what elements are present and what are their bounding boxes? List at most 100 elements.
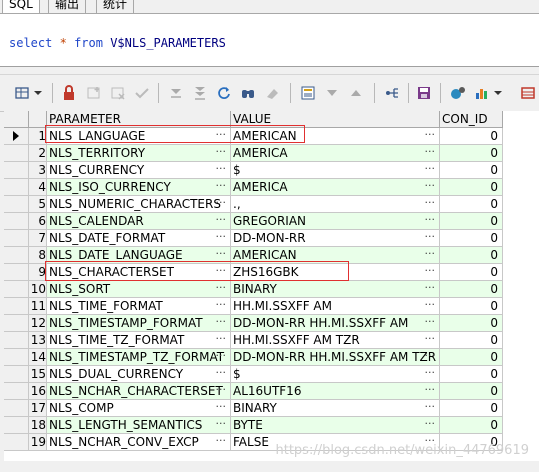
cell-ellipsis-button[interactable]: ··· bbox=[216, 247, 227, 262]
cell-con-id[interactable]: 0 bbox=[440, 264, 503, 281]
cell-parameter[interactable]: NLS_TIMESTAMP_FORMAT ··· bbox=[47, 315, 231, 332]
cell-value[interactable]: HH.MI.SSXFF AM ··· bbox=[231, 298, 440, 315]
cell-ellipsis-button[interactable]: ··· bbox=[216, 298, 227, 313]
cell-ellipsis-button[interactable]: ··· bbox=[425, 264, 436, 279]
clear-icon[interactable] bbox=[262, 83, 282, 103]
row-indicator-cell[interactable] bbox=[4, 400, 29, 417]
cell-parameter[interactable]: NLS_TIME_TZ_FORMAT ··· bbox=[47, 332, 231, 349]
row-indicator-cell[interactable] bbox=[4, 349, 29, 366]
cell-ellipsis-button[interactable]: ··· bbox=[425, 366, 436, 381]
cell-ellipsis-button[interactable]: ··· bbox=[216, 128, 227, 143]
cell-ellipsis-button[interactable]: ··· bbox=[425, 315, 436, 330]
cell-ellipsis-button[interactable]: ··· bbox=[425, 298, 436, 313]
connection-icon[interactable] bbox=[448, 83, 468, 103]
cell-parameter[interactable]: NLS_TIME_FORMAT ··· bbox=[47, 298, 231, 315]
cell-parameter[interactable]: NLS_COMP ··· bbox=[47, 400, 231, 417]
cell-parameter[interactable]: NLS_CHARACTERSET ··· bbox=[47, 264, 231, 281]
export-icon[interactable] bbox=[382, 83, 402, 103]
cell-parameter[interactable]: NLS_DATE_FORMAT ··· bbox=[47, 230, 231, 247]
cell-parameter[interactable]: NLS_LANGUAGE ··· bbox=[47, 128, 231, 145]
cell-value[interactable]: DD-MON-RR HH.MI.SSXFF AM ··· bbox=[231, 315, 440, 332]
cell-con-id[interactable]: 0 bbox=[440, 332, 503, 349]
cell-value[interactable]: AMERICA ··· bbox=[231, 179, 440, 196]
cell-ellipsis-button[interactable]: ··· bbox=[216, 332, 227, 347]
cell-ellipsis-button[interactable]: ··· bbox=[425, 383, 436, 398]
sql-text[interactable]: select * from V$NLS_PARAMETERS bbox=[9, 36, 226, 50]
last-page-icon[interactable] bbox=[190, 83, 210, 103]
cell-ellipsis-button[interactable]: ··· bbox=[425, 162, 436, 177]
cell-parameter[interactable]: NLS_TERRITORY ··· bbox=[47, 145, 231, 162]
cell-con-id[interactable]: 0 bbox=[440, 145, 503, 162]
cell-ellipsis-button[interactable]: ··· bbox=[216, 264, 227, 279]
refresh-icon[interactable] bbox=[214, 83, 234, 103]
cell-ellipsis-button[interactable]: ··· bbox=[216, 315, 227, 330]
cell-ellipsis-button[interactable]: ··· bbox=[425, 179, 436, 194]
cell-parameter[interactable]: NLS_NUMERIC_CHARACTERS ··· bbox=[47, 196, 231, 213]
row-indicator-cell[interactable] bbox=[4, 247, 29, 264]
save-icon[interactable] bbox=[414, 83, 434, 103]
row-indicator-cell[interactable] bbox=[4, 213, 29, 230]
cell-con-id[interactable]: 0 bbox=[440, 400, 503, 417]
cell-ellipsis-button[interactable]: ··· bbox=[216, 349, 227, 364]
cell-value[interactable]: DD-MON-RR ··· bbox=[231, 230, 440, 247]
tab-statistics[interactable]: 统计 bbox=[96, 0, 135, 14]
cell-parameter[interactable]: NLS_TIMESTAMP_TZ_FORMAT ··· bbox=[47, 349, 231, 366]
chart-icon[interactable] bbox=[472, 83, 492, 103]
cell-value[interactable]: BINARY ··· bbox=[231, 400, 440, 417]
cell-parameter[interactable]: NLS_DUAL_CURRENCY ··· bbox=[47, 366, 231, 383]
cell-parameter[interactable]: NLS_CALENDAR ··· bbox=[47, 213, 231, 230]
row-indicator-cell[interactable] bbox=[4, 434, 29, 451]
cell-con-id[interactable]: 0 bbox=[440, 281, 503, 298]
row-indicator-cell[interactable] bbox=[4, 128, 29, 145]
cell-value[interactable]: $ ··· bbox=[231, 366, 440, 383]
sort-desc-icon[interactable] bbox=[322, 83, 342, 103]
cell-con-id[interactable]: 0 bbox=[440, 247, 503, 264]
cell-ellipsis-button[interactable]: ··· bbox=[425, 247, 436, 262]
cell-ellipsis-button[interactable]: ··· bbox=[216, 213, 227, 228]
cell-value[interactable]: AMERICAN ··· bbox=[231, 247, 440, 264]
cell-con-id[interactable]: 0 bbox=[440, 213, 503, 230]
row-indicator-cell[interactable] bbox=[4, 179, 29, 196]
cell-ellipsis-button[interactable]: ··· bbox=[425, 332, 436, 347]
cell-con-id[interactable]: 0 bbox=[440, 383, 503, 400]
sort-asc-icon[interactable] bbox=[346, 83, 366, 103]
cell-ellipsis-button[interactable]: ··· bbox=[425, 196, 436, 211]
tab-sql[interactable]: SQL bbox=[2, 0, 40, 14]
chevron-down-icon[interactable] bbox=[32, 83, 44, 103]
cell-value[interactable]: ZHS16GBK ··· bbox=[231, 264, 440, 281]
cell-ellipsis-button[interactable]: ··· bbox=[425, 213, 436, 228]
cell-con-id[interactable]: 0 bbox=[440, 315, 503, 332]
cell-value[interactable]: HH.MI.SSXFF AM TZR ··· bbox=[231, 332, 440, 349]
cell-ellipsis-button[interactable]: ··· bbox=[425, 230, 436, 245]
post-record-icon[interactable] bbox=[132, 83, 152, 103]
cell-ellipsis-button[interactable]: ··· bbox=[216, 366, 227, 381]
lock-icon[interactable] bbox=[59, 83, 79, 103]
result-grid[interactable]: PARAMETER VALUE CON_ID 1 NLS_LANGUAGE ··· A… bbox=[4, 111, 539, 461]
query-by-example-icon[interactable] bbox=[298, 83, 318, 103]
table-view-icon[interactable] bbox=[518, 83, 538, 103]
cell-ellipsis-button[interactable]: ··· bbox=[425, 145, 436, 160]
cell-con-id[interactable]: 0 bbox=[440, 230, 503, 247]
row-indicator-cell[interactable] bbox=[4, 281, 29, 298]
cell-ellipsis-button[interactable]: ··· bbox=[216, 230, 227, 245]
find-icon[interactable] bbox=[238, 83, 258, 103]
cell-con-id[interactable]: 0 bbox=[440, 298, 503, 315]
cell-parameter[interactable]: NLS_SORT ··· bbox=[47, 281, 231, 298]
insert-record-icon[interactable] bbox=[84, 83, 104, 103]
cell-value[interactable]: $ ··· bbox=[231, 162, 440, 179]
grid-options-icon[interactable] bbox=[12, 83, 32, 103]
cell-value[interactable]: AMERICAN ··· bbox=[231, 128, 440, 145]
cell-ellipsis-button[interactable]: ··· bbox=[216, 162, 227, 177]
cell-ellipsis-button[interactable]: ··· bbox=[425, 281, 436, 296]
row-indicator-cell[interactable] bbox=[4, 298, 29, 315]
cell-parameter[interactable]: NLS_CURRENCY ··· bbox=[47, 162, 231, 179]
cell-value[interactable]: BINARY ··· bbox=[231, 281, 440, 298]
cell-ellipsis-button[interactable]: ··· bbox=[216, 196, 227, 211]
cell-ellipsis-button[interactable]: ··· bbox=[216, 281, 227, 296]
row-indicator-cell[interactable] bbox=[4, 145, 29, 162]
cell-ellipsis-button[interactable]: ··· bbox=[216, 417, 227, 432]
cell-con-id[interactable]: 0 bbox=[440, 349, 503, 366]
cell-con-id[interactable]: 0 bbox=[440, 162, 503, 179]
cell-con-id[interactable]: 0 bbox=[440, 417, 503, 434]
cell-ellipsis-button[interactable]: ··· bbox=[216, 383, 227, 398]
